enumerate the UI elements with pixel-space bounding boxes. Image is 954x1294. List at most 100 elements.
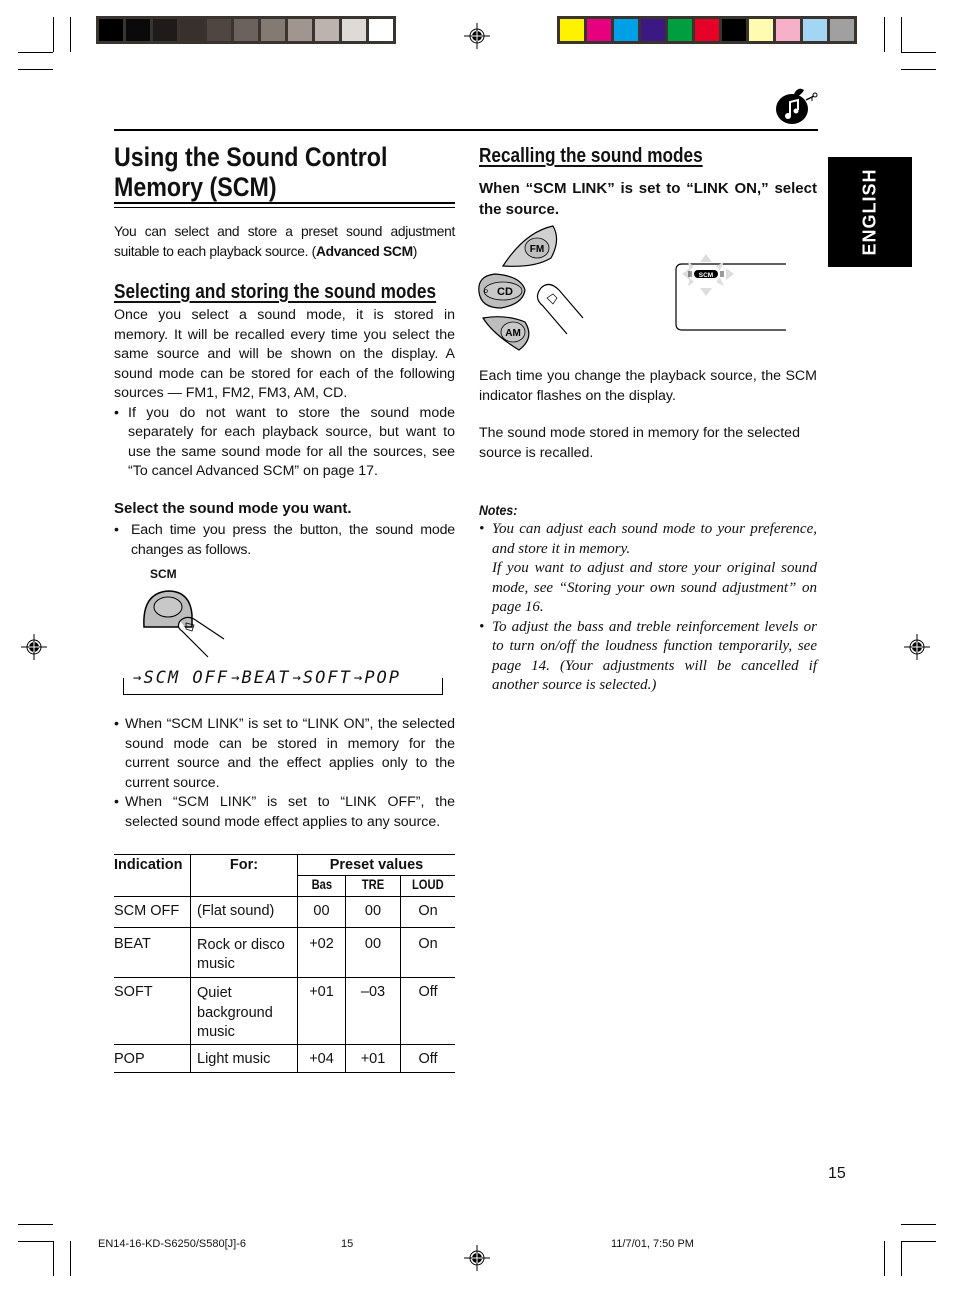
cd-label: CD: [497, 286, 513, 298]
header-tre-label: TRE: [361, 876, 385, 892]
am-label: AM: [505, 328, 521, 339]
cell-for: (Flat sound): [190, 896, 298, 928]
crop-mark: [901, 1224, 936, 1225]
cell-loud: On: [418, 903, 438, 919]
title-rule: [114, 202, 455, 204]
calibration-swatch: [830, 19, 854, 41]
note-1-text: You can adjust each sound mode to your p…: [492, 521, 817, 557]
music-note-bag-icon: [776, 88, 818, 124]
cell-bas: +04: [297, 1044, 346, 1073]
calibration-swatch: [261, 19, 285, 41]
cell-tre: +01: [345, 1044, 401, 1073]
calibration-swatch: [288, 19, 312, 41]
registration-mark-icon: [464, 1245, 490, 1271]
calibration-swatch: [315, 19, 339, 41]
crop-mark: [901, 52, 936, 53]
crop-mark: [901, 1241, 936, 1242]
calibration-swatch: [722, 19, 746, 41]
cell-for: Light music: [190, 1044, 298, 1073]
cell-indication: BEAT: [114, 927, 191, 978]
calibration-swatch: [207, 19, 231, 41]
step-heading-select-source: When “SCM LINK” is set to “LINK ON,” sel…: [479, 180, 817, 218]
footer-timestamp: 11/7/01, 7:50 PM: [611, 1238, 694, 1250]
crop-mark: [901, 69, 936, 70]
crop-mark: [18, 1224, 53, 1225]
crop-mark: [884, 17, 885, 52]
calibration-swatch: [776, 19, 800, 41]
section-heading-selecting: Selecting and storing the sound modes: [114, 281, 437, 303]
recall-paragraph-2: The sound mode stored in memory for the …: [479, 425, 800, 461]
header-bas: Bas: [297, 875, 346, 897]
grayscale-calibration-bar: [96, 16, 396, 44]
notes-list: You can adjust each sound mode to your p…: [479, 520, 817, 696]
crop-mark: [53, 1241, 54, 1276]
mode-beat: BEAT: [241, 668, 291, 688]
mode-pop: POP: [364, 668, 402, 688]
cell-for: Rock or disco music: [190, 927, 298, 978]
step-bullet-container: Each time you press the button, the soun…: [114, 521, 455, 560]
cell-indication: SCM OFF: [114, 896, 191, 928]
crop-mark: [884, 1241, 885, 1276]
calibration-swatch: [587, 19, 611, 41]
note-item: To adjust the bass and treble reinforcem…: [479, 618, 817, 696]
cell-for: Quiet background music: [190, 977, 298, 1045]
note-item: You can adjust each sound mode to your p…: [479, 520, 817, 618]
color-calibration-bar: [557, 16, 857, 44]
preset-values-table: Indication For: Preset values Bas TRE LO…: [114, 854, 455, 1073]
cell-tre: –03: [345, 977, 401, 1045]
source-buttons-illustration: FM CD AM: [478, 225, 584, 351]
calibration-swatch: [180, 19, 204, 41]
calibration-swatch: [234, 19, 258, 41]
cell-loud: Off: [418, 1051, 438, 1067]
intro-paragraph: You can select and store a preset sound …: [114, 222, 455, 262]
cell-indication: POP: [114, 1044, 191, 1073]
cell-bas: +02: [297, 927, 346, 978]
scm-button-label: SCM: [150, 567, 177, 581]
scm-link-bullets: When “SCM LINK” is set to “LINK ON”, the…: [114, 715, 455, 832]
footer-page: 15: [341, 1238, 354, 1250]
selecting-bullet: If you do not want to store the sound mo…: [114, 404, 455, 482]
header-tre: TRE: [345, 875, 401, 897]
calibration-swatch: [614, 19, 638, 41]
header-for: For:: [190, 854, 298, 897]
crop-mark: [70, 17, 71, 52]
cd-button-icon: CD: [478, 273, 526, 309]
selecting-body: Once you select a sound mode, it is stor…: [114, 306, 455, 482]
cycle-sequence: → SCM OFF → BEAT → SOFT → POP: [129, 668, 404, 688]
calibration-swatch: [803, 19, 827, 41]
cell-indication: SOFT: [114, 977, 191, 1045]
cell-bas: 00: [297, 896, 346, 928]
crop-mark: [901, 1241, 902, 1276]
cell-loud: On: [418, 936, 438, 952]
arrow-right-icon: →: [353, 670, 363, 686]
calibration-swatch: [641, 19, 665, 41]
mode-soft: SOFT: [302, 668, 352, 688]
table-row: SOFT Quiet background music +01 –03 Off: [114, 977, 455, 1045]
intro-text-end: ): [412, 244, 418, 259]
header-preset-values: Preset values: [297, 854, 455, 876]
language-tab-label: ENGLISH: [859, 168, 880, 256]
arrow-right-icon: →: [133, 670, 142, 686]
am-button-icon: AM: [482, 316, 530, 351]
arrow-right-icon: →: [231, 670, 240, 686]
arrow-right-icon: →: [292, 670, 301, 686]
table-row: POP Light music +04 +01 Off: [114, 1044, 455, 1073]
crop-mark: [18, 52, 53, 53]
table-row: SCM OFF (Flat sound) 00 00 On: [114, 896, 455, 928]
crop-mark: [70, 1241, 71, 1276]
step-heading-select-mode: Select the sound mode you want.: [114, 500, 352, 517]
selecting-paragraph: Once you select a sound mode, it is stor…: [114, 307, 455, 401]
cell-bas: +01: [297, 977, 346, 1045]
crop-mark: [53, 17, 54, 52]
calibration-swatch: [126, 19, 150, 41]
calibration-swatch: [99, 19, 123, 41]
page-title-line2: Memory (SCM): [114, 172, 277, 202]
cell-tre: 00: [345, 896, 401, 928]
title-rule: [114, 207, 455, 208]
notes-heading: Notes:: [479, 502, 518, 518]
calibration-swatch: [749, 19, 773, 41]
mode-scm-off: SCM OFF: [143, 668, 230, 688]
registration-mark-icon: [464, 23, 490, 49]
cell-loud: Off: [418, 984, 438, 1000]
header-bas-label: Bas: [311, 876, 332, 892]
